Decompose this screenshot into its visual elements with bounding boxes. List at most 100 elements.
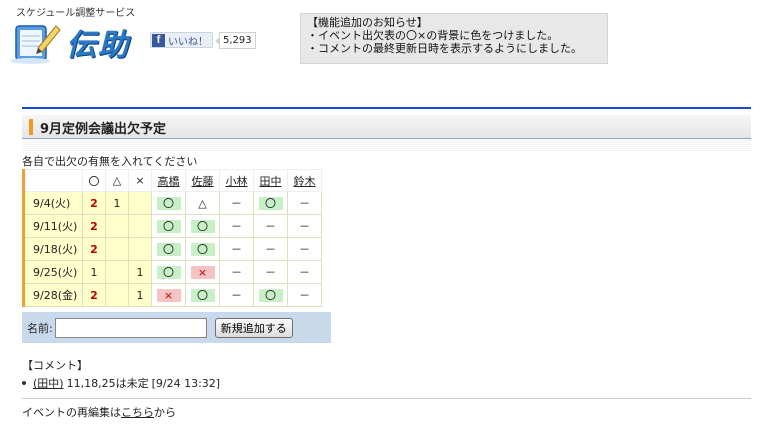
logo-title: 伝助 (66, 28, 130, 63)
attendance-mark-cell: － (219, 191, 254, 215)
edit-suffix: から (154, 406, 176, 419)
attendance-mark: 〇 (156, 196, 181, 210)
attendance-mark: － (231, 196, 242, 210)
member-link[interactable]: 高橋 (158, 175, 180, 188)
attendance-mark: － (299, 288, 310, 302)
attendance-mark-cell: △ (185, 191, 220, 215)
comment-author-link[interactable]: (田中) (33, 375, 64, 391)
ok-count-cell: 1 (82, 260, 106, 284)
header-date (22, 169, 83, 192)
attendance-mark: 〇 (190, 288, 215, 302)
attendance-mark-cell: 〇 (185, 283, 220, 307)
member-link[interactable]: 小林 (226, 175, 248, 188)
attendance-mark: － (231, 265, 242, 279)
attendance-mark: － (265, 242, 276, 256)
ng-count-cell (128, 191, 152, 215)
attendance-mark: 〇 (156, 265, 181, 279)
comment-author: 田中 (37, 377, 60, 390)
notice-line: ・コメントの最終更新日時を表示するようにしました。 (307, 42, 582, 55)
header-ok-count: 〇 (82, 169, 106, 192)
attendance-table: 〇 △ × 高橋 佐藤 小林 田中 鈴木 9/4(火) 2 1 〇 △ －〇－ 9/11(火… (22, 169, 322, 307)
maybe-count-cell (105, 283, 129, 307)
table-row: 9/18(火) 2 〇〇 － － － (22, 237, 322, 261)
attendance-mark: 〇 (258, 288, 283, 302)
attendance-mark-cell: 〇 (151, 237, 186, 261)
header-maybe-count: △ (105, 169, 129, 192)
edit-event-link[interactable]: こちら (121, 406, 154, 419)
attendance-mark-cell: × (151, 283, 186, 307)
maybe-count-cell (105, 237, 129, 261)
member-header-tanaka[interactable]: 田中 (253, 169, 288, 192)
title-accent-bar (29, 119, 33, 135)
member-link[interactable]: 鈴木 (294, 175, 316, 188)
attendance-mark-cell: × (185, 260, 220, 284)
attendance-mark: － (231, 219, 242, 233)
site-logo[interactable]: スケジュール調整サービス 伝助 (8, 4, 148, 66)
member-link[interactable]: 佐藤 (192, 175, 214, 188)
attendance-mark: － (231, 242, 242, 256)
name-label: 名前: (27, 321, 53, 335)
attendance-mark-cell: － (219, 260, 254, 284)
date-cell[interactable]: 9/11(火) (22, 214, 83, 238)
attendance-mark-cell: 〇 (151, 214, 186, 238)
date-cell[interactable]: 9/28(金) (22, 283, 83, 307)
footer-divider (22, 398, 751, 399)
member-header-kobayashi[interactable]: 小林 (219, 169, 254, 192)
attendance-mark-cell: － (253, 260, 288, 284)
attendance-table-body: 9/4(火) 2 1 〇 △ －〇－ 9/11(火) 2 〇〇－－－ 9/18(火) 2 〇〇－－－ 9… (22, 191, 322, 307)
attendance-mark: 〇 (156, 242, 181, 256)
header-ng-count: × (128, 169, 152, 192)
attendance-mark-cell: 〇 (151, 191, 186, 215)
member-header-suzuki[interactable]: 鈴木 (287, 169, 322, 192)
ok-count-cell: 2 (82, 283, 106, 307)
facebook-like-label: いいね！ (168, 36, 208, 48)
feature-notice: 【機能追加のお知らせ】 ・イベント出欠表の〇×の背景に色をつけました。 ・コメン… (300, 13, 608, 64)
edit-event-line: イベントの再編集はこちらから (22, 404, 176, 420)
attendance-mark-cell: 〇 (253, 191, 288, 215)
decorative-stripes (22, 140, 751, 152)
add-member-form: 名前: 新規追加する (22, 312, 331, 343)
service-name: スケジュール調整サービス (16, 8, 136, 19)
date-cell[interactable]: 9/4(火) (22, 191, 83, 215)
maybe-count-cell (105, 214, 129, 238)
attendance-mark-cell: － (287, 237, 322, 261)
table-row: 9/25(火) 1 1 〇 × －－－ (22, 260, 322, 284)
attendance-mark-cell: － (219, 283, 254, 307)
table-row: 9/11(火) 2 〇〇 － － － (22, 214, 322, 238)
attendance-mark-cell: － (287, 191, 322, 215)
attendance-mark: － (231, 288, 242, 302)
date-cell[interactable]: 9/18(火) (22, 237, 83, 261)
table-row: 9/28(金) 2 1 × 〇 － 〇 － (22, 283, 322, 307)
event-title: 9月定例会議出欠予定 (40, 122, 167, 137)
name-input[interactable] (54, 317, 207, 338)
attendance-mark: － (299, 219, 310, 233)
attendance-mark-cell: － (253, 237, 288, 261)
ok-count-cell: 2 (82, 214, 106, 238)
maybe-count-cell: 1 (105, 191, 129, 215)
member-link[interactable]: 田中 (260, 175, 282, 188)
attendance-mark: － (299, 242, 310, 256)
attendance-mark-cell: 〇 (185, 214, 220, 238)
ok-count-cell: 2 (82, 237, 106, 261)
facebook-like-button[interactable]: f いいね！ (150, 32, 213, 48)
ng-count-cell (128, 214, 152, 238)
attendance-mark-cell: － (287, 214, 322, 238)
facebook-icon: f (152, 33, 165, 47)
attendance-mark-cell: － (219, 214, 254, 238)
attendance-mark-cell: － (287, 283, 322, 307)
attendance-mark-cell: 〇 (253, 283, 288, 307)
attendance-mark-cell: 〇 (185, 237, 220, 261)
attendance-mark: － (265, 219, 276, 233)
comment-text: 11,18,25は未定 (66, 377, 149, 390)
notice-title: 【機能追加のお知らせ】 (307, 16, 428, 29)
member-header-sato[interactable]: 佐藤 (185, 169, 220, 192)
attendance-mark: 〇 (156, 219, 181, 233)
member-header-takahashi[interactable]: 高橋 (151, 169, 186, 192)
attendance-mark: － (265, 265, 276, 279)
date-cell[interactable]: 9/25(火) (22, 260, 83, 284)
comments-heading: 【コメント】 (22, 359, 88, 372)
add-entry-button[interactable]: 新規追加する (214, 317, 293, 338)
event-title-bar: 9月定例会議出欠予定 (22, 115, 751, 139)
comment-item: (田中) 11,18,25は未定 [9/24 13:32] (22, 375, 220, 391)
attendance-mark: × (190, 265, 215, 279)
